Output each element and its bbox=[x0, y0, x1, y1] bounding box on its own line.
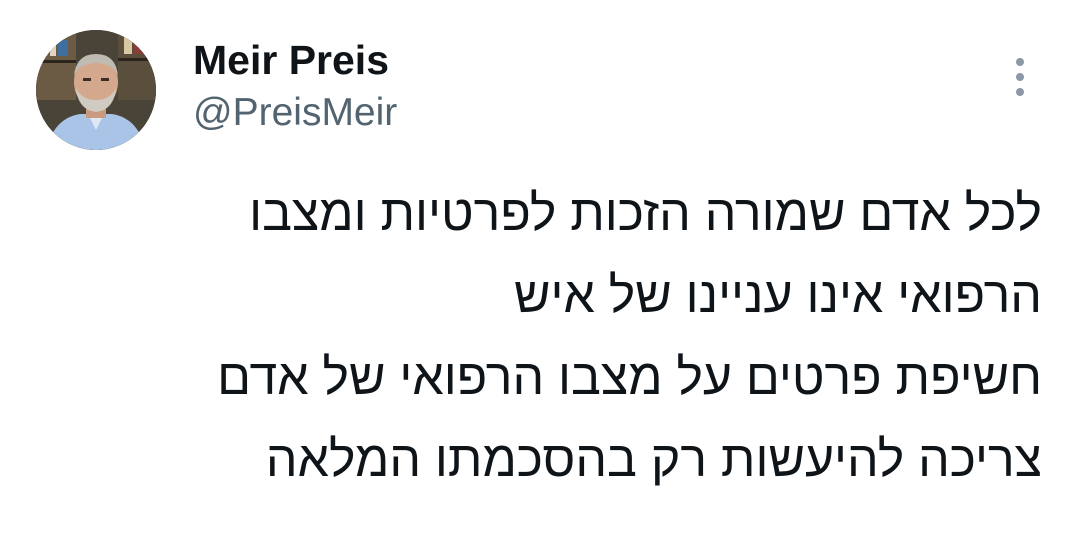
tweet-text-line: הרפואי אינו עניינו של איש bbox=[513, 267, 1042, 323]
tweet-text-line: חשיפת פרטים על מצבו הרפואי של אדם bbox=[217, 349, 1042, 405]
author-handle[interactable]: @PreisMeir bbox=[193, 89, 397, 137]
avatar[interactable] bbox=[36, 30, 156, 150]
author-display-name[interactable]: Meir Preis bbox=[193, 36, 397, 84]
avatar-image bbox=[36, 30, 156, 150]
author-block: Meir Preis @PreisMeir bbox=[193, 36, 397, 137]
more-vertical-icon-dot bbox=[1016, 73, 1024, 81]
tweet-card: Meir Preis @PreisMeir לכל אדם שמורה הזכו… bbox=[0, 0, 1080, 546]
more-options-button[interactable] bbox=[1000, 54, 1040, 100]
tweet-text-line: צריכה להיעשות רק בהסכמתו המלאה bbox=[265, 431, 1042, 487]
tweet-text: לכל אדם שמורה הזכות לפרטיות ומצבו הרפואי… bbox=[142, 172, 1042, 500]
more-vertical-icon bbox=[1016, 58, 1024, 66]
tweet-text-line: לכל אדם שמורה הזכות לפרטיות ומצבו bbox=[249, 185, 1042, 241]
more-vertical-icon-dot bbox=[1016, 88, 1024, 96]
